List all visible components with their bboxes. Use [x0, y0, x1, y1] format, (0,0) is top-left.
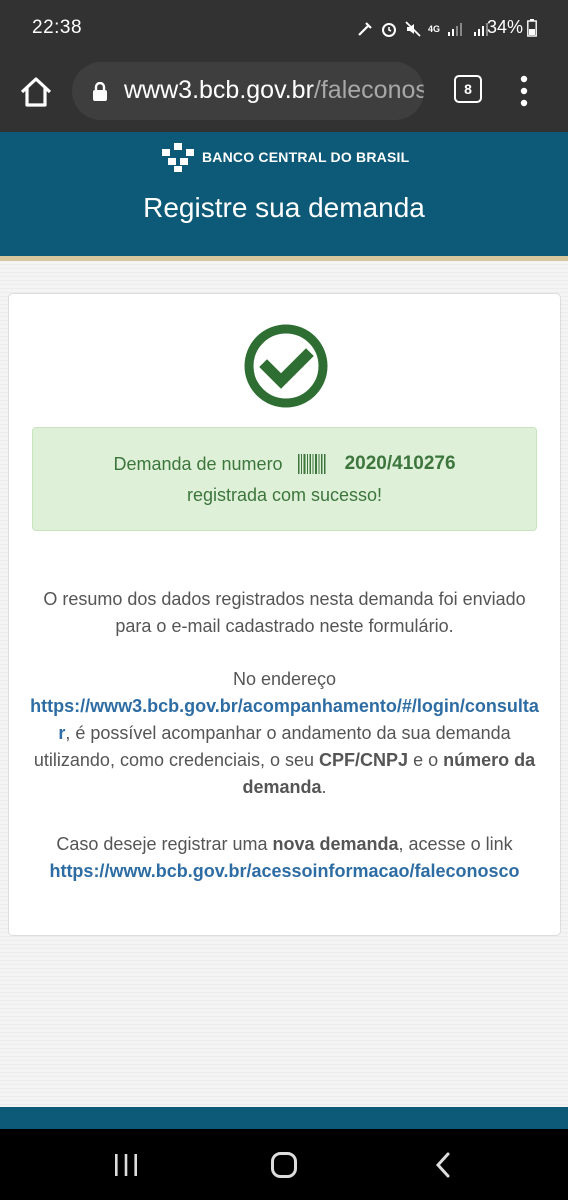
tracking-intro: No endereço — [232, 669, 337, 689]
nfc-icon — [358, 22, 372, 36]
url-host: www3.bcb.gov.br — [124, 76, 314, 104]
home-nav-icon[interactable] — [270, 1151, 298, 1179]
status-icons: 4G — [356, 16, 492, 42]
battery-icon — [527, 18, 537, 37]
back-icon[interactable] — [430, 1151, 458, 1179]
url-path: /faleconosco — [313, 76, 424, 104]
new-demand-mid: , acesse o link — [398, 834, 513, 854]
home-icon[interactable] — [16, 72, 56, 112]
signal-icon — [448, 23, 463, 36]
status-time: 22:38 — [32, 17, 83, 38]
page-header: BANCO CENTRAL DO BRASIL Registre sua dem… — [0, 132, 568, 256]
success-check-icon — [244, 324, 328, 408]
status-bar: 22:38 4G 34% — [0, 0, 568, 58]
mute-icon — [405, 21, 421, 37]
tracking-end: . — [321, 777, 327, 797]
battery-percent: 34% — [487, 17, 524, 37]
network-type: 4G — [428, 24, 441, 34]
tab-switcher-button[interactable]: 8 — [454, 75, 482, 103]
page-footer — [0, 1107, 568, 1129]
alarm-icon — [382, 23, 396, 37]
cpf-cnpj-text: CPF/CNPJ — [319, 750, 409, 770]
lock-icon — [93, 82, 107, 101]
bcb-logo[interactable]: BANCO CENTRAL DO BRASIL — [160, 140, 409, 174]
more-options-icon[interactable] — [512, 74, 536, 108]
address-bar[interactable]: www3.bcb.gov.br/faleconosco — [72, 62, 424, 120]
demand-number: 2020/410276 — [344, 453, 456, 474]
browser-toolbar: www3.bcb.gov.br/faleconosco 8 — [0, 58, 568, 132]
battery-status: 34% — [487, 17, 537, 38]
alert-prefix: Demanda de numero — [113, 453, 283, 474]
page-title: Registre sua demanda — [143, 192, 425, 223]
url-text: www3.bcb.gov.br/faleconosco — [124, 76, 424, 105]
logo-text: BANCO CENTRAL DO BRASIL — [202, 149, 410, 165]
new-demand-intro: Caso deseje registrar uma — [56, 834, 273, 854]
system-navigation-bar — [0, 1129, 568, 1200]
tracking-and: e o — [408, 750, 444, 770]
barcode-icon — [297, 454, 326, 474]
success-alert: Demanda de numero 2020/410276 registrada… — [32, 427, 537, 531]
recent-apps-icon[interactable] — [112, 1151, 140, 1179]
alert-suffix: registrada com sucesso! — [186, 485, 383, 505]
bcb-logo-icon — [162, 143, 194, 172]
confirmation-card: Demanda de numero 2020/410276 registrada… — [8, 293, 561, 936]
new-demand-bold: nova demanda — [272, 834, 399, 854]
faleconosco-link[interactable]: https://www.bcb.gov.br/acessoinformacao/… — [49, 861, 519, 881]
tracking-paragraph: No endereço https://www3.bcb.gov.br/acom… — [29, 666, 540, 801]
summary-paragraph: O resumo dos dados registrados nesta dem… — [43, 589, 526, 636]
new-demand-paragraph: Caso deseje registrar uma nova demanda, … — [29, 831, 540, 885]
